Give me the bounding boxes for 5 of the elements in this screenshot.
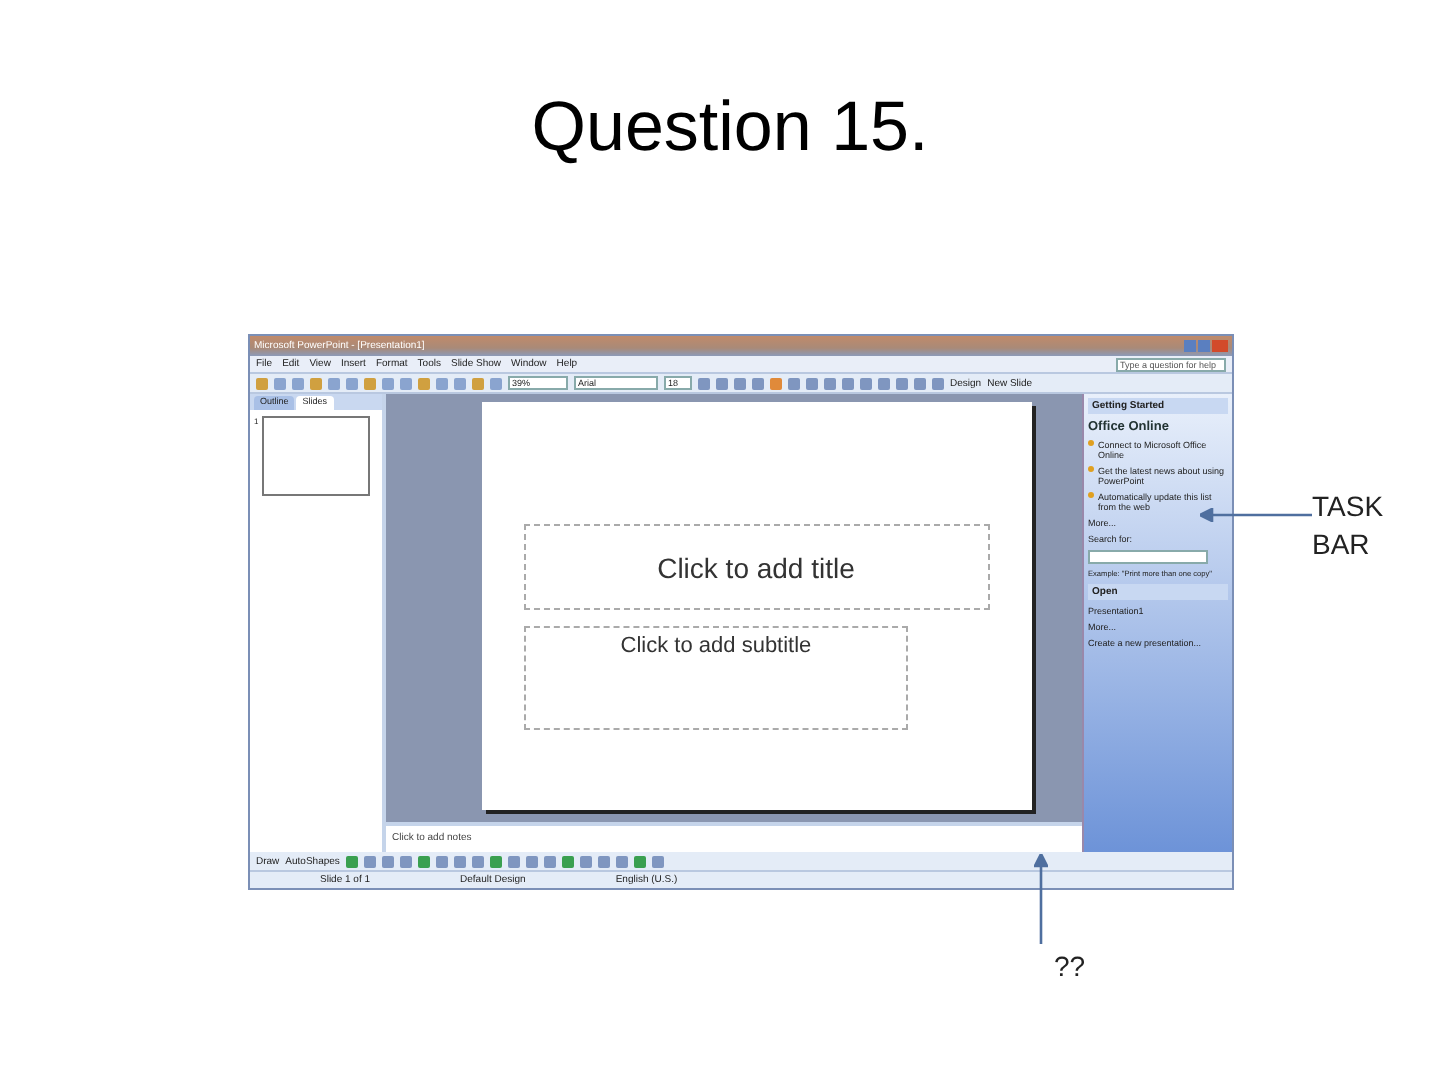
slide-title: Question 15. xyxy=(531,88,929,170)
annotation-label: ?? xyxy=(1054,948,1088,986)
subtitle-placeholder[interactable]: Click to add subtitle xyxy=(524,626,908,730)
annotation-label: TASK BAR xyxy=(1312,488,1386,564)
title-placeholder[interactable]: Click to add title xyxy=(523,524,989,610)
